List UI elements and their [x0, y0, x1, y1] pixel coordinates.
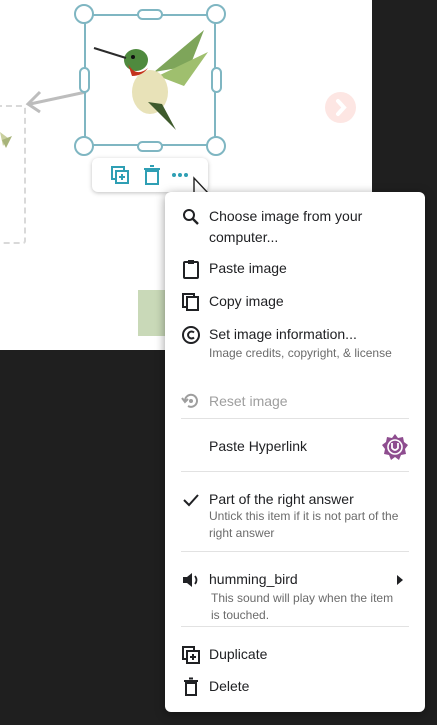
submenu-arrow-icon: [397, 575, 403, 585]
menu-divider: [181, 551, 409, 552]
trash-icon[interactable]: [142, 165, 162, 185]
more-horiz-icon[interactable]: [170, 165, 190, 185]
checkmark-icon: [183, 494, 199, 507]
menu-label: Part of the right answer: [209, 491, 354, 507]
menu-item-paste-image[interactable]: Paste image: [165, 258, 425, 282]
menu-label: Delete: [209, 678, 250, 694]
menu-divider: [181, 471, 409, 472]
menu-divider: [181, 626, 409, 627]
next-arrow-icon[interactable]: [325, 92, 356, 123]
resize-handle-top-right[interactable]: [206, 4, 226, 24]
resize-handle-top[interactable]: [137, 9, 163, 20]
badge-icon: [382, 434, 408, 460]
menu-label: humming_bird: [209, 571, 298, 587]
copyright-icon: [182, 326, 200, 344]
menu-sublabel: Image credits, copyright, & license: [209, 346, 392, 360]
clipboard-icon: [183, 260, 199, 279]
neighbor-bird-image[interactable]: [0, 118, 16, 158]
volume-icon: [183, 573, 198, 587]
resize-handle-right[interactable]: [211, 67, 222, 93]
menu-item-reset-image: Reset image: [165, 391, 425, 415]
hummingbird-image[interactable]: [92, 26, 210, 132]
menu-label: Duplicate: [209, 646, 268, 662]
search-icon: [183, 209, 199, 225]
menu-item-choose-image[interactable]: Choose image from your computer...: [165, 206, 425, 250]
menu-item-copy-image[interactable]: Copy image: [165, 291, 425, 315]
duplicate-icon[interactable]: [110, 165, 130, 185]
partial-item-tile[interactable]: [138, 290, 166, 336]
menu-label: Copy image: [209, 293, 284, 309]
trash-icon: [184, 677, 198, 696]
menu-item-duplicate[interactable]: Duplicate: [165, 644, 425, 668]
copy-icon: [182, 293, 199, 311]
duplicate-icon: [182, 646, 200, 664]
menu-item-set-image-information[interactable]: Set image information... Image credits, …: [165, 324, 425, 380]
resize-handle-bottom-right[interactable]: [206, 136, 226, 156]
menu-label: Paste image: [209, 260, 287, 276]
menu-item-sound[interactable]: humming_bird This sound will play when t…: [165, 569, 425, 625]
menu-sublabel: Untick this item if it is not part of th…: [209, 509, 399, 540]
resize-handle-bottom[interactable]: [137, 141, 163, 152]
menu-item-paste-hyperlink[interactable]: Paste Hyperlink: [165, 430, 425, 464]
menu-item-right-answer[interactable]: Part of the right answer Untick this ite…: [165, 489, 425, 545]
menu-label: Reset image: [209, 393, 288, 409]
menu-item-delete[interactable]: Delete: [165, 676, 425, 700]
menu-divider: [181, 418, 409, 419]
resize-handle-left[interactable]: [79, 67, 90, 93]
item-toolbar: [92, 158, 208, 192]
resize-handle-bottom-left[interactable]: [74, 136, 94, 156]
context-menu: Choose image from your computer... Paste…: [165, 192, 425, 712]
menu-label: Set image information...: [209, 326, 357, 342]
menu-label: Paste Hyperlink: [209, 438, 308, 454]
resize-handle-top-left[interactable]: [74, 4, 94, 24]
reset-icon: [181, 393, 198, 408]
menu-sublabel: This sound will play when the item is to…: [211, 591, 394, 622]
menu-label: Choose image from your computer...: [209, 208, 363, 245]
